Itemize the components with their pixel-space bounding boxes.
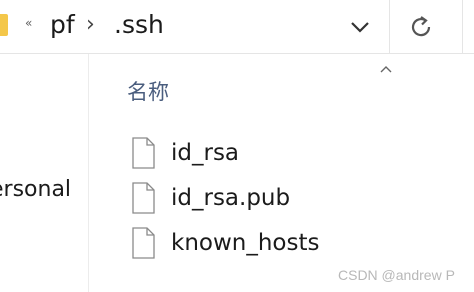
refresh-button[interactable]	[390, 0, 452, 53]
file-name: id_rsa	[171, 140, 240, 166]
nav-item-personal[interactable]: ersonal	[0, 176, 71, 204]
folder-icon	[0, 14, 8, 36]
breadcrumb-overflow-button[interactable]: «	[25, 16, 32, 30]
navigation-pane: ersonal	[0, 54, 88, 292]
file-list: 名称 id_rsa id_rsa.pub known_hosts	[89, 54, 474, 292]
address-bar[interactable]: « pf › .ssh	[0, 0, 474, 54]
breadcrumb-item-pf[interactable]: pf	[50, 9, 75, 41]
file-icon	[132, 137, 155, 169]
watermark: CSDN @andrew P	[338, 267, 455, 283]
breadcrumb-item-ssh[interactable]: .ssh	[114, 9, 164, 41]
address-history-dropdown-button[interactable]	[332, 0, 388, 53]
file-name: known_hosts	[171, 230, 320, 256]
column-header-name[interactable]: 名称	[127, 77, 169, 107]
refresh-icon	[411, 15, 431, 36]
file-name: id_rsa.pub	[171, 185, 291, 211]
file-item[interactable]: id_rsa.pub	[129, 178, 449, 218]
breadcrumb-separator-icon[interactable]: ›	[86, 10, 95, 40]
file-item[interactable]: id_rsa	[129, 133, 449, 173]
file-item[interactable]: known_hosts	[129, 223, 449, 263]
file-icon	[132, 227, 155, 259]
file-explorer-window: « pf › .ssh ersonal 名称	[0, 0, 474, 292]
address-bar-edge	[462, 0, 463, 53]
chevron-down-icon	[351, 21, 369, 33]
sort-ascending-icon	[380, 66, 392, 73]
file-icon	[132, 182, 155, 214]
